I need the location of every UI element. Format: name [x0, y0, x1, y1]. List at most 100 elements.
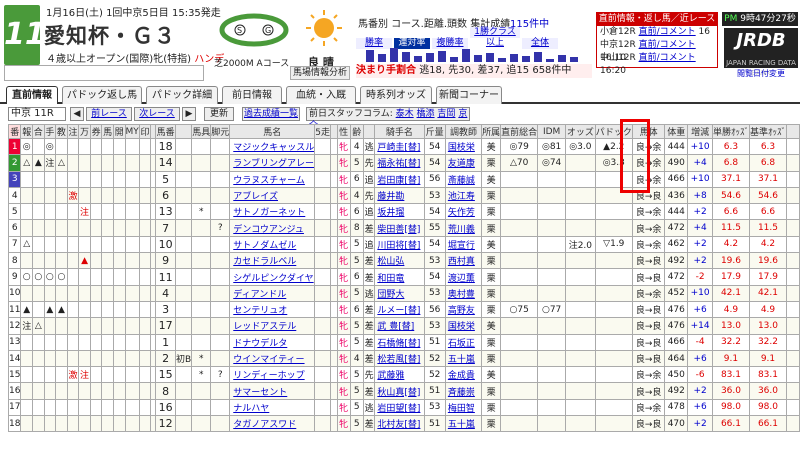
- jockey-name[interactable]: 武 豊[替]: [374, 317, 425, 335]
- refresh-button[interactable]: 更新: [204, 107, 234, 121]
- trainer-name[interactable]: 池江寿: [444, 186, 483, 205]
- table-row[interactable]: 2 △ ▲ 注 △ 14 ランブリングアレー牝 5 先福永祐[替] 54 友道康栗 △70 ◎74 ◎3.…: [7, 154, 800, 172]
- table-row[interactable]: 1 ◎ ◎ 18 マジックキャッスル牝 4 逃戸崎圭[替] 54 国枝栄美 ◎79 ◎81 ◎3.0 ▲…: [7, 137, 800, 156]
- horse-name[interactable]: センテリュオ: [229, 300, 316, 319]
- prev-race-button[interactable]: 前レース: [86, 107, 132, 121]
- horse-name[interactable]: サトノガーネット: [229, 203, 316, 221]
- table-row[interactable]: 15 激注 15 *? リンディーホップ牝 5 先武藤雅 52 金成貴美良→余 450 -6 83.1…: [7, 366, 800, 384]
- tab-odds[interactable]: 時系列オッズ: [360, 86, 432, 104]
- jockey-name[interactable]: ルメー[替]: [374, 300, 425, 319]
- trainer-name[interactable]: 石坂正: [444, 333, 483, 351]
- table-row[interactable]: 18 12 タガノアスワド牝 5 差北村友[替] 51 五十嵐栗良→良 470 +2 66.1 66…: [7, 415, 800, 433]
- trainer-name[interactable]: 奥村豊: [444, 284, 483, 302]
- table-row[interactable]: 3 5 ウラヌスチャーム牝 6 追岩田康[替] 56 斎藤誠美良→余 466 +10 37.1 37…: [7, 170, 800, 188]
- race-select[interactable]: 中京 11R: [8, 107, 66, 121]
- tab-paddock-return[interactable]: パドック返し馬: [62, 86, 142, 104]
- past-results-button[interactable]: 過去成績一覧: [242, 107, 300, 121]
- horse-name[interactable]: デンコウアンジュ: [229, 219, 316, 237]
- horse-name[interactable]: シゲルピンクダイヤ: [229, 268, 316, 286]
- row-number: 8: [7, 252, 22, 270]
- next-arrow-icon[interactable]: ▶: [182, 107, 196, 121]
- jockey-name[interactable]: 戸崎圭[替]: [374, 137, 425, 156]
- horse-name[interactable]: ランブリングアレー: [229, 154, 316, 172]
- recent-link-1[interactable]: 直前: [639, 27, 657, 37]
- jockey-name[interactable]: 秋山真[替]: [374, 382, 425, 400]
- tab-chokuzen[interactable]: 直前情報: [6, 86, 58, 104]
- horse-name[interactable]: ナルハヤ: [229, 398, 316, 417]
- trainer-name[interactable]: 矢作芳: [444, 203, 483, 221]
- tab-newspaper[interactable]: 新聞コーナー: [436, 86, 502, 104]
- horse-name[interactable]: カセドラルベル: [229, 252, 316, 270]
- table-row[interactable]: 6 7? デンコウアンジュ牝 8 差柴田善[替] 55 荒川義栗良→余 472 +4 11.5 11…: [7, 219, 800, 237]
- trainer-name[interactable]: 斎藤誠: [444, 170, 483, 188]
- table-row[interactable]: 14 2 初B * ウインマイティー牝 4 差松若風[替] 52 五十嵐栗良→良 464 +6 9.1…: [7, 349, 800, 368]
- jockey-name[interactable]: 松山弘: [374, 252, 425, 270]
- cell: [112, 252, 126, 270]
- jockey-name[interactable]: 団野大: [374, 284, 425, 302]
- horse-name[interactable]: アブレイズ: [229, 186, 316, 205]
- tab-prev-day[interactable]: 前日情報: [222, 86, 282, 104]
- trainer-name[interactable]: 金成貴: [444, 366, 483, 384]
- trainer-name[interactable]: 国枝栄: [444, 137, 483, 156]
- prev-arrow-icon[interactable]: ◀: [70, 107, 84, 121]
- horse-name[interactable]: ディアンドル: [229, 284, 316, 302]
- horse-name[interactable]: ウインマイティー: [229, 349, 316, 368]
- track-analysis-button[interactable]: 馬場情報分析: [290, 66, 350, 80]
- trainer-name[interactable]: 渡辺薫: [444, 268, 483, 286]
- trainer-name[interactable]: 国枝栄: [444, 317, 483, 335]
- trainer-name[interactable]: 高野友: [444, 300, 483, 319]
- trainer-name[interactable]: 五十嵐: [444, 349, 483, 368]
- trainer-name[interactable]: 堀宣行: [444, 235, 483, 254]
- nav-class[interactable]: 1勝クラス以上: [470, 27, 520, 48]
- tab-paddock-detail[interactable]: パドック詳細: [146, 86, 218, 104]
- jockey-name[interactable]: 松若風[替]: [374, 349, 425, 368]
- table-row[interactable]: 9 ○ ○ ○ ○ 11 シゲルピンクダイヤ牝 6 差和田竜 54 渡辺薫栗良→良 472 -2 17.9…: [7, 268, 800, 286]
- memo-input[interactable]: [4, 65, 204, 81]
- table-row[interactable]: 11 ▲ ▲ ▲ 3 センテリュオ牝 6 差ルメー[替] 56 高野友栗 ○75 ○77 良→良 476 +…: [7, 300, 800, 319]
- jockey-name[interactable]: 岩田望[替]: [374, 398, 425, 417]
- table-row[interactable]: 10 4 ディアンドル牝 5 逃団野大 53 奥村豊栗良→余 452 +10 42.1 42.1: [7, 284, 800, 302]
- next-race-button[interactable]: 次レース: [134, 107, 180, 121]
- trainer-name[interactable]: 斉藤崇: [444, 382, 483, 400]
- race-name: 愛知杯・Ｇ３: [44, 24, 176, 48]
- horse-name[interactable]: レッドアステル: [229, 317, 316, 335]
- jockey-name[interactable]: 柴田善[替]: [374, 219, 425, 237]
- table-row[interactable]: 13 1 ドナウデルタ牝 5 差石橋脩[替] 51 石坂正栗良→良 466 -4 32.2 32.2: [7, 333, 800, 351]
- jockey-name[interactable]: 和田竜: [374, 268, 425, 286]
- jockey-name[interactable]: 福永祐[替]: [374, 154, 425, 172]
- cell: 51: [423, 333, 446, 351]
- jockey-name[interactable]: 武藤雅: [374, 366, 425, 384]
- table-row[interactable]: 17 16 ナルハヤ牝 5 逃岩田望[替] 53 梅田智栗良→余 478 +6 98.0 98.0: [7, 398, 800, 417]
- trainer-name[interactable]: 友道康: [444, 154, 483, 172]
- horse-name[interactable]: サトノダムゼル: [229, 235, 316, 254]
- horse-name[interactable]: タガノアスワド: [229, 415, 316, 433]
- horse-name[interactable]: リンディーホップ: [229, 366, 316, 384]
- horse-name[interactable]: サマーセント: [229, 382, 316, 400]
- horse-name[interactable]: ドナウデルタ: [229, 333, 316, 351]
- recent-link-2[interactable]: 直前: [639, 40, 657, 50]
- jockey-name[interactable]: 北村友[替]: [374, 415, 425, 433]
- horse-name[interactable]: ウラヌスチャーム: [229, 170, 316, 188]
- recent-link-3[interactable]: 直前: [639, 53, 657, 63]
- horse-name[interactable]: マジックキャッスル: [229, 137, 316, 156]
- jockey-name[interactable]: 川田将[替]: [374, 235, 425, 254]
- trainer-name[interactable]: 西村真: [444, 252, 483, 270]
- date-change-button[interactable]: 閲覧日付変更: [728, 68, 794, 80]
- table-row[interactable]: 4 激 6 アブレイズ牝 4 先藤井勘 53 池江寿栗良→良 436 +8 54.6 54.6: [7, 186, 800, 205]
- trainer-name[interactable]: 五十嵐: [444, 415, 483, 433]
- trainer-name[interactable]: 梅田智: [444, 398, 483, 417]
- cell: [565, 349, 596, 368]
- cell: ◎79: [500, 137, 539, 156]
- jockey-name[interactable]: 岩田康[替]: [374, 170, 425, 188]
- table-row[interactable]: 8 ▲ 9 カセドラルベル牝 5 差松山弘 53 西村真栗良→良 492 +2 19.6 19.6: [7, 252, 800, 270]
- table-row[interactable]: 12 注 △ 17 レッドアステル牝 5 差武 豊[替] 53 国枝栄美良→良 476 +14 13.…: [7, 317, 800, 335]
- table-row[interactable]: 7 △ 10 サトノダムゼル 牝 5 追川田将[替] 54 堀宣行美 注2.0 ▽1.9 良→余 462…: [7, 235, 800, 254]
- table-row[interactable]: 5 注 13 * サトノガーネット牝 6 追坂井瑠 54 矢作芳栗良→余 444 +2 6.6 6.6: [7, 203, 800, 221]
- tab-pedigree[interactable]: 血統・入厩: [286, 86, 356, 104]
- jockey-name[interactable]: 石橋脩[替]: [374, 333, 425, 351]
- jockey-name[interactable]: 坂井瑠: [374, 203, 425, 221]
- jockey-name[interactable]: 藤井勘: [374, 186, 425, 205]
- table-row[interactable]: 16 8 サマーセント牝 5 差秋山真[替] 51 斉藤崇栗良→良 492 +2 36.0 36.0: [7, 382, 800, 400]
- cell: [89, 366, 103, 384]
- trainer-name[interactable]: 荒川義: [444, 219, 483, 237]
